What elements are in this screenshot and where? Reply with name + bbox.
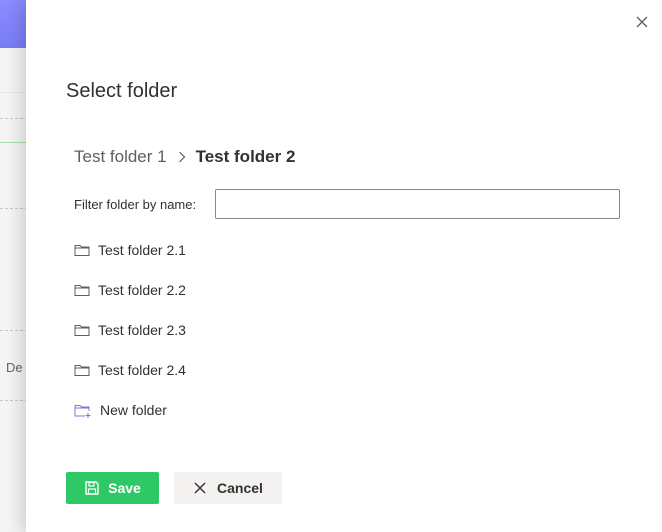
cancel-button-label: Cancel <box>217 480 263 496</box>
folder-label: Test folder 2.1 <box>98 242 186 258</box>
save-icon <box>84 480 100 496</box>
background-divider <box>0 400 28 401</box>
breadcrumb-item-parent[interactable]: Test folder 1 <box>74 147 167 167</box>
breadcrumb-item-current: Test folder 2 <box>195 147 296 166</box>
background-divider <box>0 92 28 93</box>
filter-label: Filter folder by name: <box>74 197 197 212</box>
close-panel-button[interactable] <box>634 14 650 30</box>
close-icon <box>636 16 648 28</box>
filter-folder-input[interactable] <box>215 189 620 219</box>
folder-list-item[interactable]: Test folder 2.1 <box>74 230 186 270</box>
folder-icon <box>74 283 90 297</box>
background-app: De <box>0 0 28 532</box>
background-partial-text: De <box>6 360 23 375</box>
folder-list-item[interactable]: Test folder 2.2 <box>74 270 186 310</box>
new-folder-button[interactable]: New folder <box>74 390 186 430</box>
folder-icon <box>74 243 90 257</box>
folder-icon <box>74 363 90 377</box>
save-button-label: Save <box>108 480 141 496</box>
panel-title: Select folder <box>66 80 178 102</box>
new-folder-label: New folder <box>100 402 167 418</box>
new-folder-icon <box>74 403 92 418</box>
background-header-strip <box>0 0 28 48</box>
folder-label: Test folder 2.4 <box>98 362 186 378</box>
folder-label: Test folder 2.2 <box>98 282 186 298</box>
folder-list: Test folder 2.1 Test folder 2.2 Test fol… <box>74 230 186 430</box>
breadcrumb: Test folder 1 Test folder 2 <box>74 147 295 167</box>
select-folder-panel: Select folder Test folder 1 Test folder … <box>26 0 662 532</box>
close-icon <box>193 481 207 495</box>
chevron-right-icon <box>173 148 191 166</box>
background-divider <box>0 142 28 143</box>
background-divider <box>0 330 28 331</box>
cancel-button[interactable]: Cancel <box>174 472 282 504</box>
folder-label: Test folder 2.3 <box>98 322 186 338</box>
background-divider <box>0 208 28 209</box>
folder-icon <box>74 323 90 337</box>
screen: De Select folder Test folder 1 Test fold… <box>0 0 662 532</box>
folder-list-item[interactable]: Test folder 2.3 <box>74 310 186 350</box>
background-divider <box>0 118 28 119</box>
save-button[interactable]: Save <box>66 472 159 504</box>
folder-list-item[interactable]: Test folder 2.4 <box>74 350 186 390</box>
